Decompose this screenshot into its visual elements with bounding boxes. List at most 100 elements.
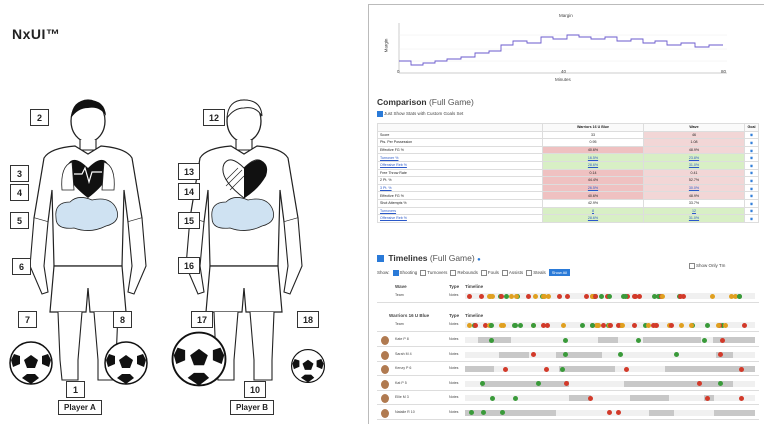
event-marker[interactable] <box>631 293 637 299</box>
region-box-15[interactable]: 15 <box>178 212 200 229</box>
event-marker[interactable] <box>701 337 707 343</box>
event-marker[interactable] <box>557 293 563 299</box>
stat-name[interactable]: 3 Pt. % <box>377 183 543 193</box>
event-marker[interactable] <box>719 337 725 343</box>
event-marker[interactable] <box>689 322 695 328</box>
event-marker[interactable] <box>717 352 723 357</box>
team-b-value[interactable]: 31.0% <box>643 160 745 170</box>
team-a-value-text[interactable]: 26.5% <box>588 186 598 190</box>
checkbox-icon[interactable] <box>450 269 457 276</box>
event-marker[interactable] <box>623 366 629 372</box>
region-box-7[interactable]: 7 <box>18 311 37 328</box>
event-marker[interactable] <box>620 322 626 328</box>
team-b-value[interactable]: 12 <box>643 206 745 216</box>
goal-cell[interactable]: ◉ <box>744 145 759 155</box>
event-marker[interactable] <box>503 293 509 299</box>
goal-cell[interactable]: ◉ <box>744 160 759 170</box>
event-marker[interactable] <box>535 381 541 386</box>
filter-turnovers[interactable]: Turnovers <box>420 269 447 276</box>
event-marker[interactable] <box>499 322 505 328</box>
event-marker[interactable] <box>499 410 505 415</box>
event-marker[interactable] <box>513 293 519 299</box>
show-only-toggle[interactable]: Show Only Tm <box>689 263 725 269</box>
team-a-value-text[interactable]: 8 <box>592 209 594 213</box>
event-marker[interactable] <box>533 293 538 299</box>
region-box-8[interactable]: 8 <box>113 311 132 328</box>
event-marker[interactable] <box>563 337 569 343</box>
checkbox-icon[interactable] <box>501 269 508 276</box>
event-marker[interactable] <box>490 395 496 401</box>
eye-icon[interactable]: ◉ <box>750 140 754 145</box>
event-marker[interactable] <box>632 322 638 328</box>
event-marker[interactable] <box>489 337 495 343</box>
goal-cell[interactable]: ◉ <box>744 153 759 162</box>
checkbox-icon[interactable] <box>377 111 383 117</box>
goal-cell[interactable]: ◉ <box>744 198 759 208</box>
team-a-value-text[interactable]: 16.5% <box>588 156 598 160</box>
event-marker[interactable] <box>742 322 748 328</box>
stat-name[interactable]: Offensive Reb % <box>377 214 543 223</box>
event-marker[interactable] <box>588 395 594 401</box>
event-marker[interactable] <box>541 322 547 328</box>
event-marker[interactable] <box>488 322 494 328</box>
team-b-value-text[interactable]: 23.8% <box>689 156 699 160</box>
event-marker[interactable] <box>660 293 666 299</box>
eye-icon[interactable]: ◉ <box>750 170 754 175</box>
timeline-row-team-a[interactable]: Team Notes <box>377 320 759 332</box>
event-marker[interactable] <box>563 381 569 386</box>
eye-icon[interactable]: ◉ <box>750 216 754 221</box>
event-marker[interactable] <box>704 395 710 401</box>
timeline-row-team-b[interactable]: Team Notes <box>377 291 759 303</box>
team-a-value-text[interactable]: 28.6% <box>588 216 598 220</box>
event-marker[interactable] <box>560 366 566 372</box>
stat-name-text[interactable]: Turnover % <box>380 156 398 160</box>
goal-cell[interactable]: ◉ <box>744 138 759 147</box>
event-marker[interactable] <box>511 322 517 328</box>
event-marker[interactable] <box>709 293 715 299</box>
event-marker[interactable] <box>650 322 656 328</box>
event-marker[interactable] <box>479 381 485 386</box>
stat-name-text[interactable]: Offensive Reb % <box>380 163 407 167</box>
goal-cell[interactable]: ◉ <box>744 214 759 223</box>
goal-cell[interactable]: ◉ <box>744 130 759 140</box>
checkbox-icon[interactable] <box>480 269 487 276</box>
event-marker[interactable] <box>595 322 601 328</box>
team-a-value[interactable]: 28.6% <box>542 214 644 223</box>
team-a-value[interactable]: 16.5% <box>542 153 644 162</box>
event-marker[interactable] <box>467 322 473 328</box>
timeline-row-player[interactable]: Ellie M 3 Notes <box>377 393 759 405</box>
region-box-10[interactable]: 10 <box>244 381 266 398</box>
stat-name-text[interactable]: 3 Pt. % <box>380 186 392 190</box>
region-box-2[interactable]: 2 <box>30 109 49 126</box>
region-box-4[interactable]: 4 <box>10 184 29 201</box>
goal-cell[interactable]: ◉ <box>744 183 759 193</box>
goal-cell[interactable]: ◉ <box>744 206 759 216</box>
event-marker[interactable] <box>473 322 479 328</box>
stat-name[interactable]: Turnovers <box>377 206 543 216</box>
team-a-value[interactable]: 8 <box>542 206 644 216</box>
region-box-3[interactable]: 3 <box>10 165 29 182</box>
checkbox-icon[interactable] <box>420 269 427 276</box>
event-marker[interactable] <box>607 293 613 299</box>
timeline-row-player[interactable]: Natalie R 10 Notes <box>377 408 759 420</box>
event-marker[interactable] <box>502 366 508 372</box>
goal-cell[interactable]: ◉ <box>744 168 759 178</box>
event-marker[interactable] <box>518 322 524 328</box>
region-box-12[interactable]: 12 <box>203 109 225 126</box>
team-b-value-text[interactable]: 31.0% <box>689 163 699 167</box>
team-b-value-text[interactable]: 31.0% <box>689 216 699 220</box>
stat-name[interactable]: Offensive Reb % <box>377 160 543 170</box>
event-marker[interactable] <box>561 322 567 328</box>
team-b-value[interactable]: 23.8% <box>643 153 745 162</box>
event-marker[interactable] <box>729 293 735 299</box>
just-show-goals-checkbox[interactable]: Just Show Stats with Custom Goals Set <box>377 111 463 117</box>
event-marker[interactable] <box>738 395 744 401</box>
checkbox-icon[interactable] <box>526 269 533 276</box>
checkbox-icon[interactable] <box>392 269 399 276</box>
filter-rebounds[interactable]: Rebounds <box>450 269 478 276</box>
region-box-13[interactable]: 13 <box>178 163 200 180</box>
event-marker[interactable] <box>615 410 621 415</box>
team-b-value[interactable]: 30.0% <box>643 183 745 193</box>
checkbox-icon[interactable] <box>689 263 695 269</box>
show-all-button[interactable]: Show All <box>548 269 571 276</box>
